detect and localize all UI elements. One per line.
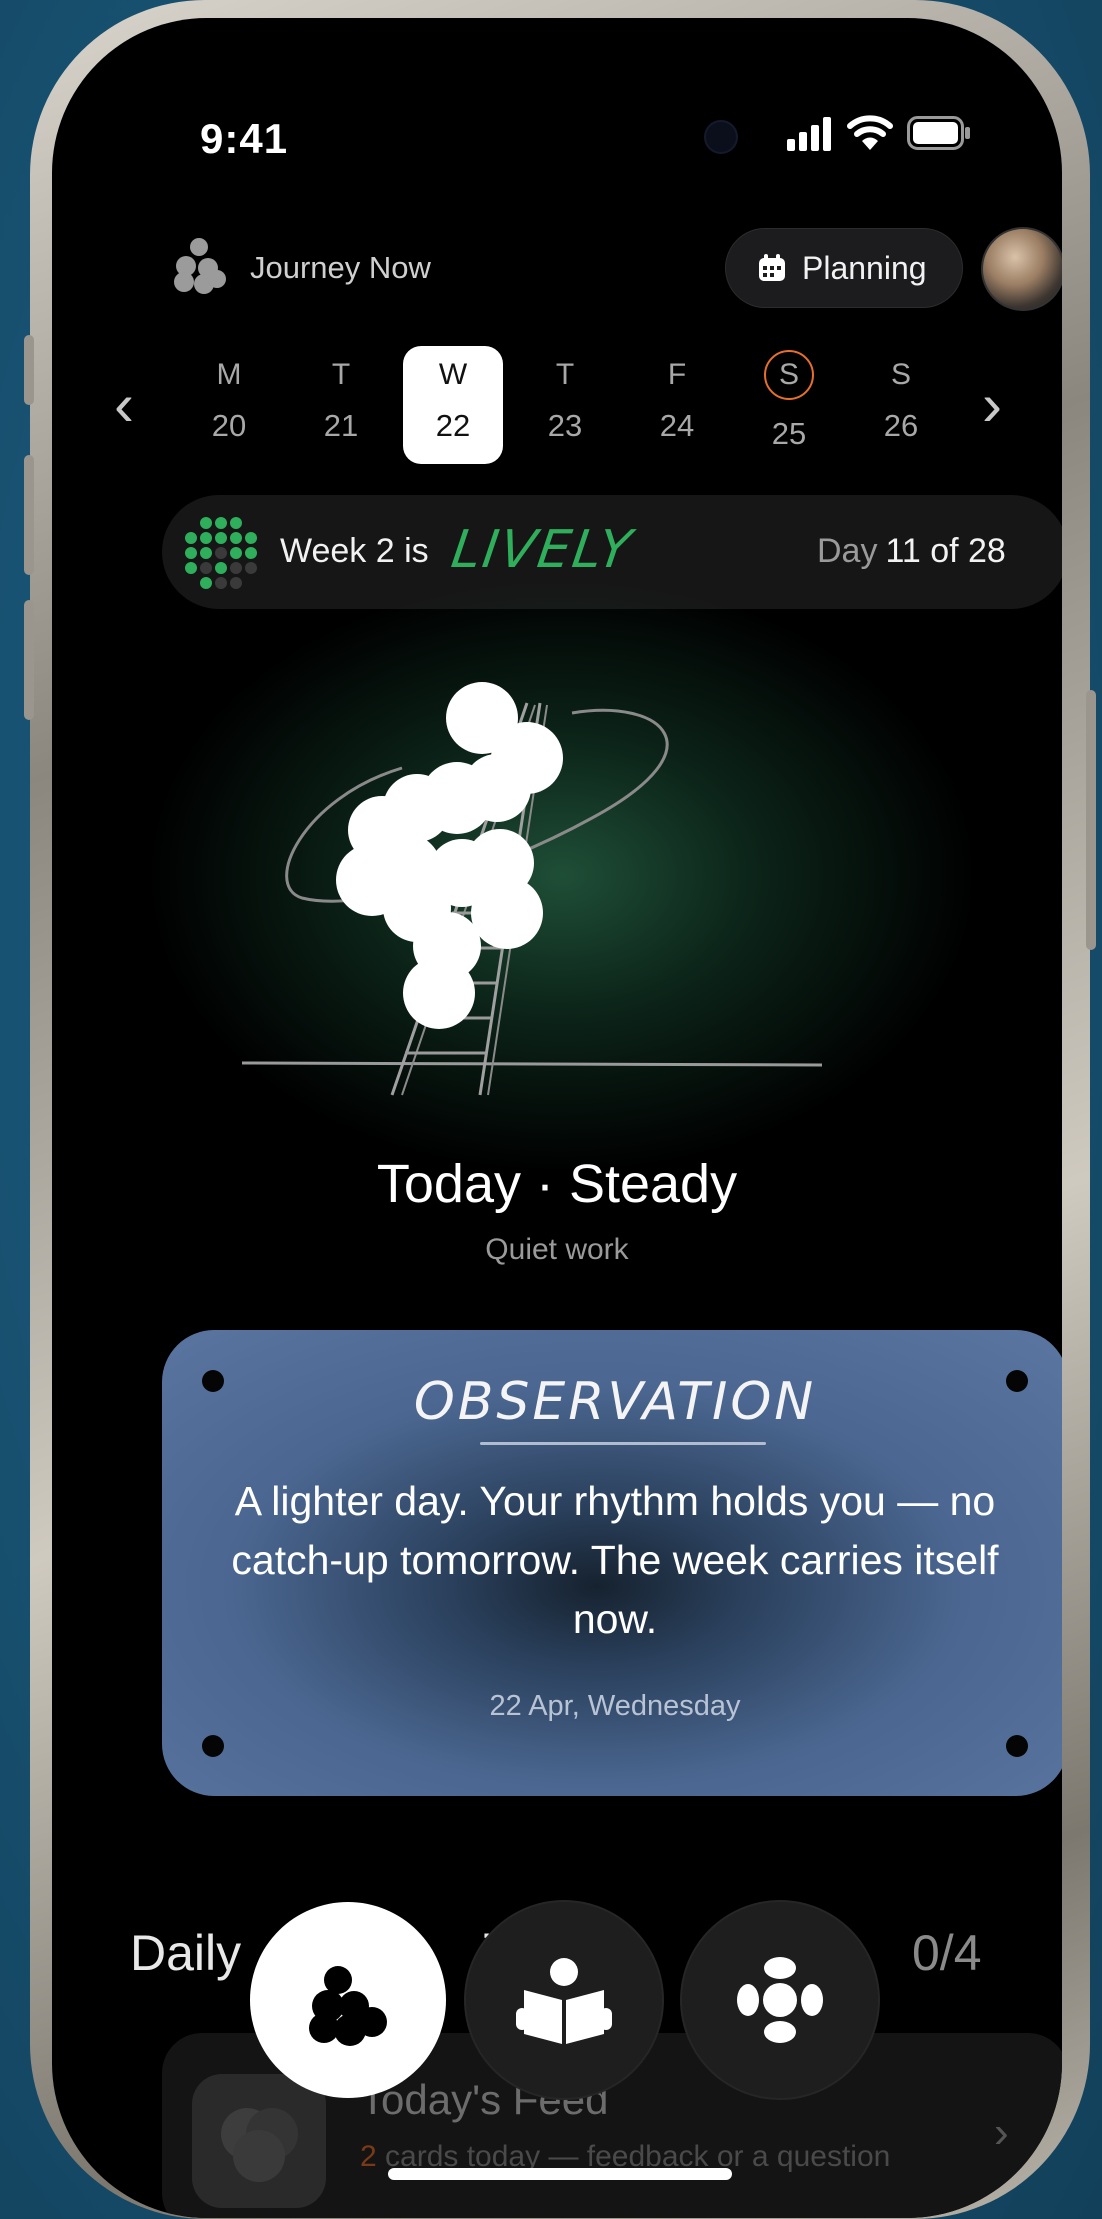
chevron-right-icon[interactable]: › <box>994 2108 1009 2158</box>
week-dot <box>185 562 197 574</box>
circle-group-icon <box>737 1957 823 2043</box>
day-number: 25 <box>771 416 807 451</box>
week-dot <box>200 532 212 544</box>
week-dot <box>230 562 242 574</box>
observation-heading: OBSERVATION <box>413 1372 817 1432</box>
calendar-icon <box>758 254 786 282</box>
front-camera <box>704 120 738 154</box>
power-button <box>1086 690 1096 950</box>
next-week-icon[interactable]: › <box>982 370 1002 439</box>
day-mon[interactable]: M 20 <box>179 358 279 444</box>
daily-count: 0/4 <box>912 1925 982 1981</box>
tab-journey[interactable] <box>250 1902 446 2098</box>
heading-underline <box>480 1442 766 1445</box>
volume-up-button <box>24 455 34 575</box>
day-letter-highlighted: S <box>764 350 814 400</box>
week-dot <box>230 532 242 544</box>
day-tue[interactable]: T 21 <box>291 358 391 444</box>
home-indicator[interactable] <box>388 2168 732 2180</box>
signal-icon <box>787 117 831 151</box>
wifi-icon <box>847 115 893 150</box>
user-avatar[interactable] <box>981 227 1062 311</box>
week-dot <box>215 532 227 544</box>
day-thu[interactable]: T 23 <box>515 358 615 444</box>
status-time: 9:41 <box>200 115 289 162</box>
week-dot <box>215 517 227 529</box>
day-letter: W <box>438 358 468 391</box>
week-dot <box>215 547 227 559</box>
day-letter: M <box>216 358 242 391</box>
screw-icon <box>202 1735 224 1757</box>
day-letter: T <box>555 358 575 391</box>
prev-week-icon[interactable]: ‹ <box>114 370 134 439</box>
week-dot <box>245 532 257 544</box>
dots-cluster-icon <box>309 1966 387 2046</box>
app-logo-icon <box>172 236 228 296</box>
day-letter: T <box>331 358 351 391</box>
screw-icon <box>1006 1735 1028 1757</box>
volume-down-button <box>24 600 34 720</box>
daily-title-start: Daily <box>130 1925 242 1981</box>
today-title: Today · Steady <box>376 1154 738 1214</box>
day-number: 23 <box>547 408 583 443</box>
day-letter: F <box>667 358 687 391</box>
app-name: Journey Now <box>250 250 431 285</box>
day-wed-selected[interactable]: W 22 <box>403 346 503 464</box>
week-dot <box>200 562 212 574</box>
observation-date: 22 Apr, Wednesday <box>489 1690 741 1722</box>
day-number: 21 <box>323 408 359 443</box>
day-number: 24 <box>659 408 695 443</box>
week-dot <box>245 547 257 559</box>
week-dot <box>245 562 257 574</box>
week-dot <box>215 562 227 574</box>
screen: 9:41 Journey Now Planning ‹ › M 20 T 21 … <box>52 18 1062 2218</box>
day-number: 22 <box>435 408 471 443</box>
week-dot <box>230 547 242 559</box>
day-progress-label: Day <box>817 532 878 570</box>
day-progress: Day 11 of 28 <box>817 532 1006 571</box>
week-dot <box>185 547 197 559</box>
reader-book-icon <box>516 1958 612 2044</box>
tab-community[interactable] <box>682 1902 878 2098</box>
day-sun[interactable]: S 26 <box>851 358 951 444</box>
week-label: Week 2 is <box>280 532 429 570</box>
day-sat[interactable]: S 25 <box>739 350 839 452</box>
ladder-illustration <box>242 682 823 1096</box>
week-dot <box>185 532 197 544</box>
feed-card-count: 2 <box>360 2140 377 2173</box>
day-number: 20 <box>211 408 247 443</box>
day-letter: S <box>890 358 911 391</box>
planning-button[interactable]: Planning <box>725 228 963 308</box>
observation-text: A lighter day. Your rhythm holds you — n… <box>231 1478 999 1642</box>
week-dot <box>200 547 212 559</box>
observation-card[interactable]: OBSERVATION A lighter day. Your rhythm h… <box>162 1330 1062 1796</box>
day-number: 26 <box>883 408 919 443</box>
tab-reading[interactable] <box>466 1902 662 2098</box>
day-progress-value: 11 of 28 <box>885 532 1006 570</box>
action-button <box>24 335 34 405</box>
day-fri[interactable]: F 24 <box>627 358 727 444</box>
today-subtitle: Quiet work <box>485 1233 629 1266</box>
planning-label: Planning <box>802 249 927 286</box>
battery-icon <box>907 116 970 150</box>
week-dot <box>200 517 212 529</box>
week-mood: LIVELY <box>447 520 637 580</box>
week-dot <box>230 517 242 529</box>
